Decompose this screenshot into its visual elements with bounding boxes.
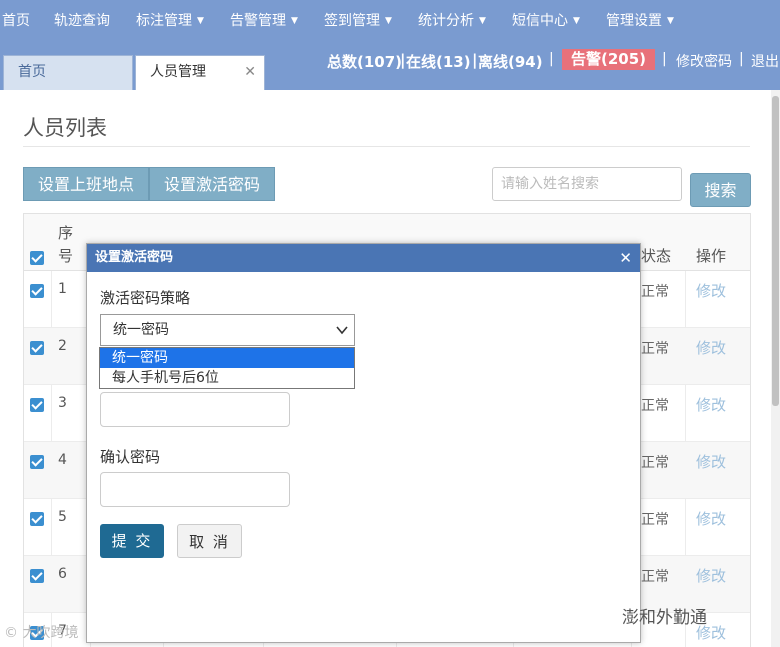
close-icon[interactable]: ✕ (244, 56, 256, 89)
password-field[interactable] (100, 392, 290, 427)
nav-label: 告警管理 (230, 13, 286, 29)
header-status: 状态 (641, 247, 672, 265)
policy-label: 激活密码策略 (100, 289, 191, 307)
toolbar: 设置上班地点 设置激活密码 (23, 167, 276, 201)
chevron-down-icon: ▼ (667, 16, 674, 26)
set-work-location-button[interactable]: 设置上班地点 (23, 167, 150, 201)
row-number: 2 (58, 338, 67, 354)
divider: | (739, 51, 744, 67)
row-number: 4 (58, 452, 67, 468)
nav-label: 签到管理 (324, 13, 380, 29)
nav-marker-management[interactable]: 标注管理 ▼ (136, 10, 204, 30)
edit-link[interactable]: 修改 (696, 565, 726, 586)
nav-label: 统计分析 (418, 13, 474, 29)
submit-button[interactable]: 提 交 (100, 524, 164, 558)
nav-label: 首页 (2, 13, 30, 29)
row-checkbox[interactable] (30, 398, 44, 412)
chevron-down-icon: ▼ (197, 16, 204, 26)
top-navigation: 首页 轨迹查询 标注管理 ▼ 告警管理 ▼ 签到管理 ▼ 统计分析 ▼ 短信中心 ▼ 管理… (0, 0, 780, 38)
row-checkbox[interactable] (30, 341, 44, 355)
chevron-down-icon: ▼ (291, 16, 298, 26)
scrollbar-thumb[interactable] (772, 96, 779, 406)
tab-people-management[interactable]: 人员管理 ✕ (135, 55, 265, 90)
total-count: 总数(107) (327, 53, 403, 71)
logout-link[interactable]: 退出 (751, 51, 779, 71)
row-status: 正常 (641, 284, 669, 300)
row-checkbox[interactable] (30, 284, 44, 298)
row-number: 3 (58, 395, 67, 411)
edit-link[interactable]: 修改 (696, 280, 726, 301)
cancel-button[interactable]: 取 消 (177, 524, 242, 558)
divider: | (549, 51, 554, 67)
policy-selected-value: 统一密码 (113, 322, 169, 338)
policy-option-phone-last6[interactable]: 每人手机号后6位 (100, 368, 354, 388)
edit-link[interactable]: 修改 (696, 508, 726, 529)
offline-count: 离线(94) (478, 53, 543, 71)
page-title: 人员列表 (23, 116, 107, 140)
nav-label: 标注管理 (136, 13, 192, 29)
chevron-down-icon: ▼ (573, 16, 580, 26)
edit-link[interactable]: 修改 (696, 394, 726, 415)
divider: | (400, 51, 406, 69)
row-status: 正常 (641, 455, 669, 471)
header-seq: 序 (58, 224, 74, 242)
change-password-link[interactable]: 修改密码 (676, 51, 732, 71)
policy-option-unified[interactable]: 统一密码 (100, 348, 354, 368)
nav-settings[interactable]: 管理设置 ▼ (606, 10, 674, 30)
row-status: 正常 (641, 341, 669, 357)
nav-alarm-management[interactable]: 告警管理 ▼ (230, 10, 298, 30)
nav-checkin-management[interactable]: 签到管理 ▼ (324, 10, 392, 30)
nav-sms-center[interactable]: 短信中心 ▼ (512, 10, 580, 30)
tab-bar: 首页 人员管理 ✕ 总数(107) | 在线(13) | 离线(94) | 告警… (0, 38, 780, 90)
nav-label: 管理设置 (606, 13, 662, 29)
confirm-password-field[interactable] (100, 472, 290, 507)
row-number: 1 (58, 281, 67, 297)
nav-statistics[interactable]: 统计分析 ▼ (418, 10, 486, 30)
row-checkbox[interactable] (30, 455, 44, 469)
confirm-password-label: 确认密码 (100, 448, 161, 466)
search-button[interactable]: 搜索 (690, 173, 751, 207)
divider: | (472, 51, 478, 69)
policy-dropdown: 统一密码 每人手机号后6位 (99, 347, 355, 389)
dialog-title: 设置激活密码 (95, 250, 174, 265)
activation-password-dialog: 设置激活密码 ✕ 激活密码策略 统一密码 统一密码 每人手机号后6位 确认密码 … (86, 243, 641, 643)
search-input[interactable] (492, 167, 682, 201)
header-action: 操作 (696, 247, 727, 265)
nav-track-query[interactable]: 轨迹查询 (54, 10, 110, 30)
chevron-down-icon: ▼ (479, 16, 486, 26)
policy-select[interactable]: 统一密码 (100, 314, 355, 346)
close-icon[interactable]: ✕ (619, 244, 632, 272)
tab-home[interactable]: 首页 (3, 55, 133, 90)
row-status: 正常 (641, 512, 669, 528)
online-count: 在线(13) (406, 53, 471, 71)
tab-label: 首页 (18, 64, 46, 80)
nav-home[interactable]: 首页 (2, 10, 30, 30)
watermark-left: © 大吹跨境 (4, 625, 79, 641)
nav-label: 短信中心 (512, 13, 568, 29)
chevron-down-icon: ▼ (385, 16, 392, 26)
row-status: 正常 (641, 569, 669, 585)
row-status: 正常 (641, 398, 669, 414)
row-number: 6 (58, 566, 67, 582)
row-checkbox[interactable] (30, 569, 44, 583)
row-checkbox[interactable] (30, 512, 44, 526)
alarm-badge[interactable]: 告警(205) (562, 49, 655, 70)
nav-label: 轨迹查询 (54, 13, 110, 29)
edit-link[interactable]: 修改 (696, 337, 726, 358)
watermark-right: 澎和外勤通 (622, 608, 707, 628)
set-activation-password-button[interactable]: 设置激活密码 (149, 167, 276, 201)
dialog-header: 设置激活密码 ✕ (87, 244, 640, 272)
edit-link[interactable]: 修改 (696, 451, 726, 472)
row-number: 5 (58, 509, 67, 525)
select-all-checkbox[interactable] (30, 251, 44, 265)
divider (23, 146, 750, 147)
tab-label: 人员管理 (150, 64, 206, 80)
header-seq: 号 (58, 247, 74, 265)
divider: | (662, 51, 667, 67)
